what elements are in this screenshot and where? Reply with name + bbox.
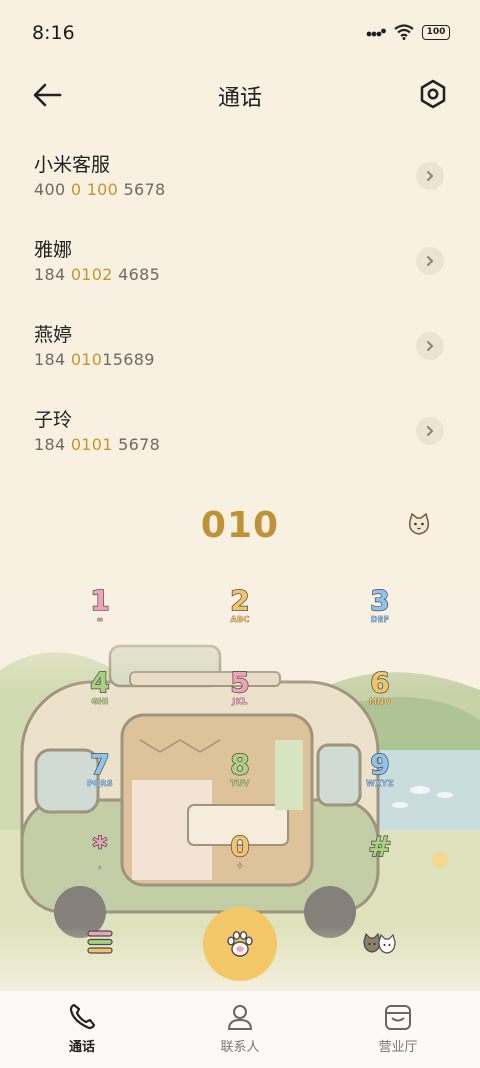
contact-detail-button[interactable] <box>416 332 444 360</box>
tab-contacts[interactable]: 联系人 <box>180 1001 300 1055</box>
status-bar: 8:16 100 <box>0 0 480 66</box>
tab-label: 营业厅 <box>378 1040 418 1055</box>
contact-name: 子玲 <box>34 409 73 431</box>
chevron-right-icon <box>427 171 434 181</box>
settings-button[interactable] <box>418 78 448 110</box>
contact-number: 184 0101 5678 <box>34 435 161 454</box>
cat-face-icon <box>408 512 430 535</box>
contact-name: 小米客服 <box>34 154 111 176</box>
two-cats-icon <box>363 932 396 954</box>
contact-number: 184 0102 4685 <box>34 265 161 284</box>
key-4[interactable]: 4 GHI <box>40 666 160 737</box>
contact-row[interactable]: 燕婷 184 01015689 <box>0 310 480 395</box>
person-icon <box>228 1005 252 1030</box>
cat-face-button[interactable] <box>406 512 432 538</box>
contact-number: 400 0 100 5678 <box>34 180 166 199</box>
chevron-right-icon <box>427 341 434 351</box>
bottom-nav: 通话 联系人 营业厅 <box>0 990 480 1068</box>
paw-icon <box>227 931 253 957</box>
tab-calls[interactable]: 通话 <box>22 1001 142 1055</box>
key-1[interactable]: 1 ∞ <box>40 584 160 655</box>
status-icons: 100 <box>366 24 450 40</box>
signal-icon <box>366 28 386 37</box>
key-5[interactable]: 5 JKL <box>180 666 300 737</box>
key-0[interactable]: 0 + <box>180 830 300 901</box>
menu-lines-icon <box>87 930 113 954</box>
call-button[interactable] <box>203 907 277 981</box>
wifi-icon <box>394 24 414 40</box>
status-time: 8:16 <box>32 22 75 44</box>
contact-row[interactable]: 子玲 184 0101 5678 <box>0 395 480 480</box>
tab-store[interactable]: 营业厅 <box>338 1001 458 1055</box>
chevron-right-icon <box>427 256 434 266</box>
contact-name: 燕婷 <box>34 324 73 346</box>
tab-label: 通话 <box>68 1040 95 1055</box>
contact-row[interactable]: 小米客服 400 0 100 5678 <box>0 140 480 225</box>
contact-detail-button[interactable] <box>416 162 444 190</box>
contact-detail-button[interactable] <box>416 247 444 275</box>
key-star[interactable]: * , <box>40 830 160 901</box>
dialer-actions <box>0 905 480 981</box>
key-hash[interactable]: # <box>320 830 440 901</box>
tab-label: 联系人 <box>220 1040 260 1055</box>
contact-detail-button[interactable] <box>416 417 444 445</box>
settings-hexagon-icon <box>420 79 446 109</box>
contact-list: 小米客服 400 0 100 5678 雅娜 184 0102 4685 燕婷 … <box>0 140 480 480</box>
key-6[interactable]: 6 MNO <box>320 666 440 737</box>
contact-number: 184 01015689 <box>34 350 155 369</box>
battery-indicator: 100 <box>422 24 450 40</box>
menu-button[interactable] <box>86 929 114 955</box>
key-2[interactable]: 2 ABC <box>180 584 300 655</box>
chevron-right-icon <box>427 426 434 436</box>
store-icon <box>385 1005 411 1030</box>
key-7[interactable]: 7 PQRS <box>40 748 160 819</box>
key-3[interactable]: 3 DEF <box>320 584 440 655</box>
phone-icon <box>69 1003 96 1030</box>
page-title: 通话 <box>217 86 262 111</box>
key-9[interactable]: 9 WXYZ <box>320 748 440 819</box>
header: 通话 <box>0 70 480 120</box>
contact-row[interactable]: 雅娜 184 0102 4685 <box>0 225 480 310</box>
contact-name: 雅娜 <box>34 239 73 261</box>
key-8[interactable]: 8 TUV <box>180 748 300 819</box>
cats-button[interactable] <box>362 931 398 955</box>
